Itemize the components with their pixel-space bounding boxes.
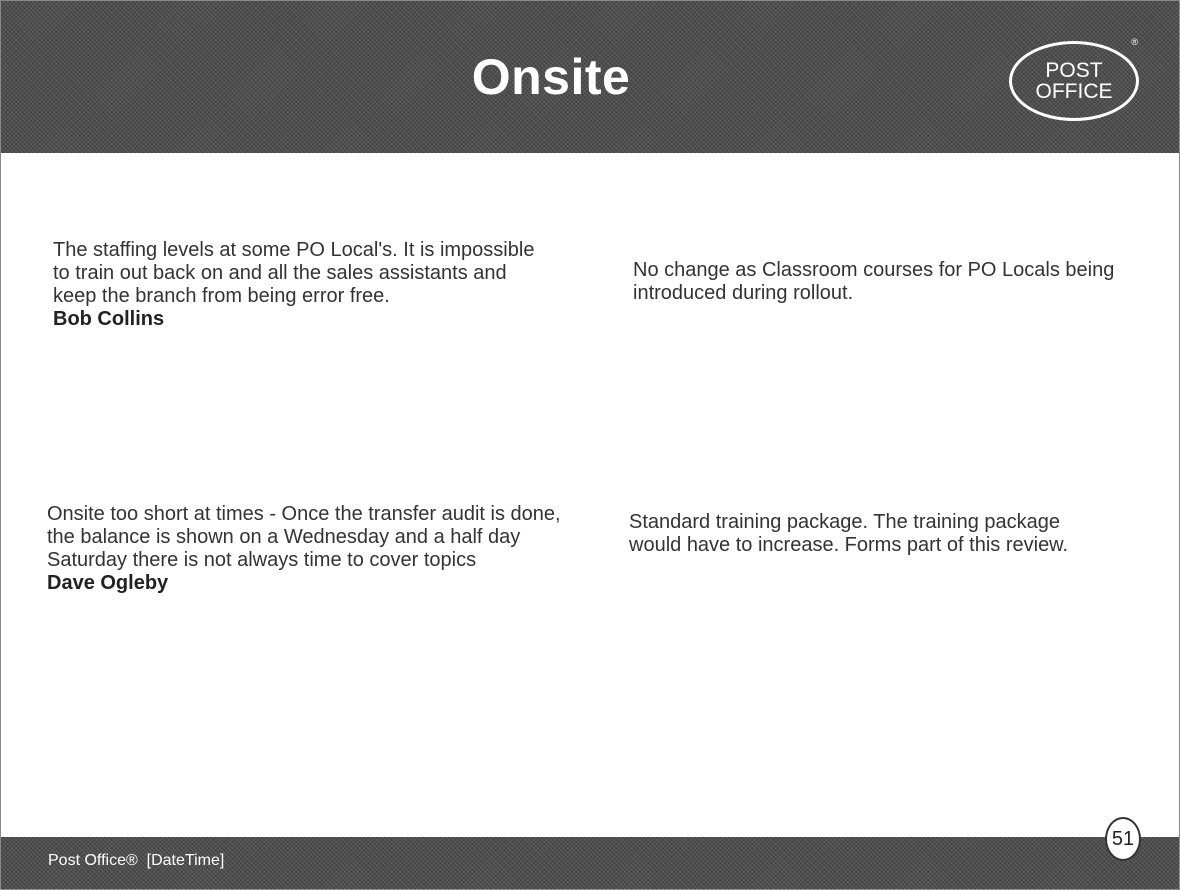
comment-2: Onsite too short at times - Once the tra… <box>47 503 567 595</box>
slide: Onsite POST OFFICE ® The staffing levels… <box>0 0 1180 890</box>
header-bar: Onsite POST OFFICE ® <box>1 1 1179 153</box>
slide-title: Onsite <box>471 49 631 105</box>
registered-mark: ® <box>1131 37 1138 47</box>
logo-line-2: OFFICE <box>1035 80 1113 103</box>
comment-1-text: The staffing levels at some PO Local's. … <box>53 239 535 307</box>
logo-line-1: POST <box>1045 59 1103 82</box>
response-2: Standard training package. The training … <box>629 511 1069 556</box>
post-office-logo: POST OFFICE ® <box>1009 37 1139 121</box>
comment-2-author: Dave Ogleby <box>47 572 169 594</box>
footer-text: Post Office® [DateTime] <box>48 852 225 869</box>
comment-1: The staffing levels at some PO Local's. … <box>53 239 553 331</box>
comment-2-text: Onsite too short at times - Once the tra… <box>47 503 561 571</box>
comment-1-author: Bob Collins <box>53 308 165 330</box>
page-number: 51 <box>1105 817 1141 861</box>
response-1: No change as Classroom courses for PO Lo… <box>633 259 1115 304</box>
